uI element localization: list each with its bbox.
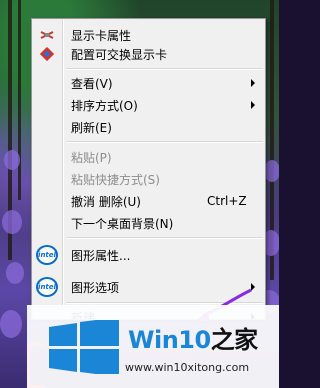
intel-logo: intel	[36, 277, 58, 297]
menu-item-paste-shortcut[interactable]: 粘贴快捷方式(S)	[32, 168, 265, 190]
windows-logo-icon	[49, 320, 119, 374]
menu-item-refresh[interactable]: 刷新(E)	[32, 116, 265, 138]
menu-item-graphics-properties-intel[interactable]: intel 图形属性...	[32, 242, 265, 268]
submenu-arrow-icon	[251, 101, 255, 109]
menu-item-undo-delete[interactable]: 撤消 删除(U) Ctrl+Z	[32, 190, 265, 212]
watermark-brand-prefix: Win10	[128, 326, 211, 354]
switchable-graphics-icon	[36, 44, 58, 64]
menu-item-label: 排序方式(O)	[71, 98, 138, 113]
menu-item-paste[interactable]: 粘贴(P)	[32, 146, 265, 168]
menu-item-label: 查看(V)	[71, 76, 113, 91]
menu-item-label: 显示卡属性	[71, 28, 132, 43]
menu-item-label: 图形选项	[71, 280, 120, 295]
watermark-brand: Win10之家	[128, 320, 258, 355]
menu-item-label: 下一个桌面背景(N)	[71, 216, 174, 231]
watermark-url: www.win10xitong.com	[125, 361, 250, 374]
menu-item-view[interactable]: 查看(V)	[32, 72, 265, 94]
menu-item-label: 图形属性...	[71, 248, 131, 263]
submenu-arrow-icon	[251, 79, 255, 87]
intel-icon: intel	[36, 245, 58, 265]
intel-icon: intel	[36, 277, 58, 297]
menu-item-label: 撤消 删除(U)	[71, 194, 141, 209]
menu-separator	[66, 237, 263, 239]
menu-item-next-desktop-background[interactable]: 下一个桌面背景(N)	[32, 212, 265, 234]
intel-logo: intel	[36, 245, 58, 265]
watermark: Win10之家 www.win10xitong.com	[27, 305, 279, 388]
menu-item-label: 刷新(E)	[71, 120, 112, 135]
menu-separator	[66, 68, 263, 70]
graphics-card-icon	[36, 25, 58, 45]
menu-item-sort-by[interactable]: 排序方式(O)	[32, 94, 265, 116]
menu-item-label: 配置可交换显示卡	[71, 47, 168, 62]
watermark-brand-suffix: 之家	[210, 326, 259, 354]
menu-item-label: 粘贴(P)	[71, 150, 112, 165]
menu-item-label: 粘贴快捷方式(S)	[71, 172, 160, 187]
menu-item-shortcut: Ctrl+Z	[207, 194, 247, 208]
desktop-context-menu: 显示卡属性 配置可交换显示卡 查看(V) 排序方式(O) 刷新(E) 粘贴(P)…	[31, 18, 266, 320]
menu-separator	[66, 141, 263, 143]
menu-item-switchable-graphics[interactable]: 配置可交换显示卡	[32, 43, 265, 65]
